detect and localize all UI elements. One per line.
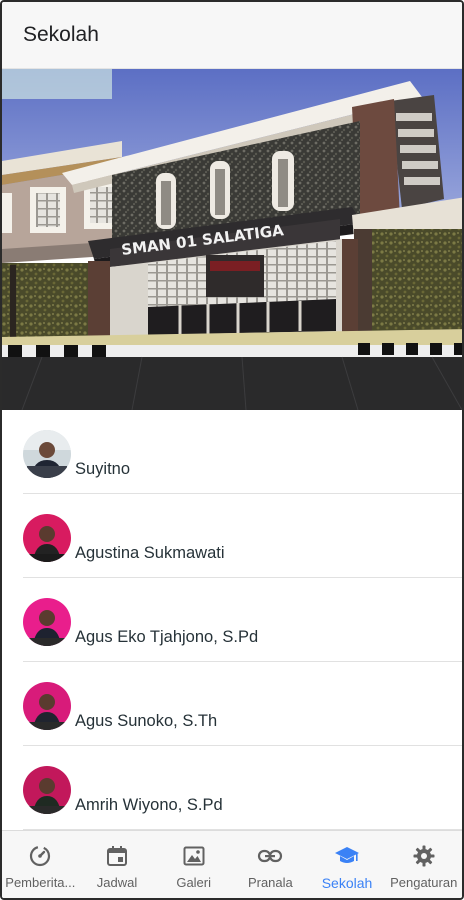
nav-label: Pranala	[247, 875, 293, 890]
nav-item-pengaturan[interactable]: Pengaturan	[385, 831, 462, 898]
list-item[interactable]: Agus Eko Tjahjono, S.Pd	[23, 578, 462, 662]
nav-item-pranala[interactable]: Pranala	[232, 831, 309, 898]
avatar	[23, 766, 71, 814]
nav-label: Pengaturan	[390, 875, 458, 890]
nav-item-galeri[interactable]: Galeri	[155, 831, 232, 898]
image-icon	[181, 843, 207, 869]
list-item[interactable]: Amrih Wiyono, S.Pd	[23, 746, 462, 830]
link-icon	[257, 843, 283, 869]
nav-item-pemberitahuan[interactable]: Pemberita...	[2, 831, 79, 898]
calendar-icon	[104, 843, 130, 869]
person-name: Agustina Sukmawati	[75, 544, 225, 562]
gear-icon	[411, 843, 437, 869]
compass-icon	[27, 843, 53, 869]
page-title: Sekolah	[23, 23, 99, 46]
nav-item-sekolah[interactable]: Sekolah	[309, 831, 386, 898]
school-icon	[334, 843, 360, 869]
nav-label: Jadwal	[96, 875, 138, 890]
person-name: Agus Eko Tjahjono, S.Pd	[75, 628, 259, 646]
avatar	[23, 682, 71, 730]
nav-item-jadwal[interactable]: Jadwal	[79, 831, 156, 898]
app-bar: Sekolah	[2, 2, 462, 69]
nav-label: Pemberita...	[5, 875, 76, 890]
avatar	[23, 598, 71, 646]
avatar	[23, 514, 71, 562]
avatar	[23, 430, 71, 478]
school-banner-image: SMAN 01 SALATIGA	[2, 69, 462, 410]
person-name: Agus Sunoko, S.Th	[75, 712, 218, 730]
nav-label: Sekolah	[321, 875, 373, 891]
bottom-navigation: Pemberita... Jadwal Galeri Pranala Sekol…	[2, 830, 462, 898]
person-name: Amrih Wiyono, S.Pd	[75, 796, 223, 814]
nav-label: Galeri	[176, 875, 212, 890]
app-frame: Sekolah SMAN 01 SALATIGA Suyitno Agustin…	[0, 0, 464, 900]
staff-list: Suyitno Agustina Sukmawati Agus Eko Tjah…	[2, 410, 462, 832]
list-item[interactable]: Suyitno	[23, 410, 462, 494]
list-item[interactable]: Agustina Sukmawati	[23, 494, 462, 578]
list-item[interactable]: Agus Sunoko, S.Th	[23, 662, 462, 746]
person-name: Suyitno	[75, 460, 131, 478]
